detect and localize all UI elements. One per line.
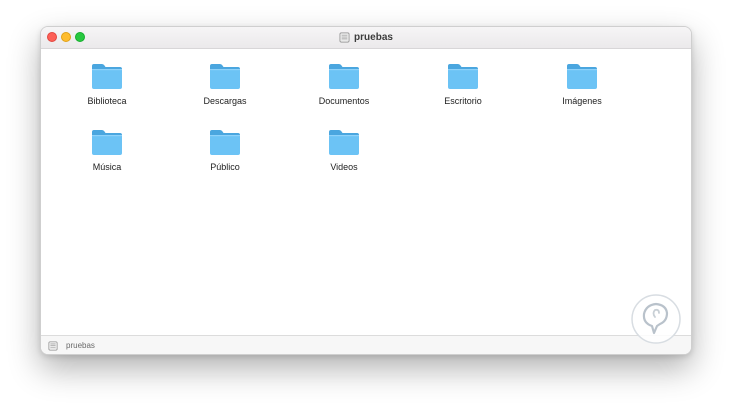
folder-item-escritorio[interactable]: Escritorio [408, 61, 518, 121]
path-bar-label[interactable]: pruebas [66, 341, 95, 350]
folder-label: Documentos [318, 96, 370, 106]
folder-label: Público [210, 162, 240, 172]
title-bar[interactable]: pruebas [41, 27, 691, 49]
path-bar: pruebas [41, 335, 691, 354]
drive-icon [339, 32, 350, 43]
folder-label: Biblioteca [87, 96, 127, 106]
folder-item-videos[interactable]: Videos [289, 127, 399, 187]
folder-item-musica[interactable]: Música [52, 127, 162, 187]
folder-label: Escritorio [444, 96, 482, 106]
folder-item-biblioteca[interactable]: Biblioteca [52, 61, 162, 121]
folder-icon [329, 64, 359, 89]
folder-icon [92, 130, 122, 155]
watermark-logo-icon [631, 294, 681, 344]
folder-item-publico[interactable]: Público [170, 127, 280, 187]
folder-icon [567, 64, 597, 89]
screenshot-stage: pruebas Biblioteca Descargas Documentos … [0, 0, 730, 407]
window-title-group: pruebas [41, 30, 691, 45]
folder-label: Música [92, 162, 122, 172]
folder-icon [329, 130, 359, 155]
folder-item-descargas[interactable]: Descargas [170, 61, 280, 121]
drive-icon [48, 341, 58, 350]
folder-label: Videos [330, 162, 358, 172]
folder-item-documentos[interactable]: Documentos [289, 61, 399, 121]
window-title: pruebas [354, 32, 393, 43]
folder-icon [448, 64, 478, 89]
folder-label: Descargas [203, 96, 247, 106]
folder-label: Imágenes [562, 96, 602, 106]
folder-icon [92, 64, 122, 89]
folder-grid: Biblioteca Descargas Documentos Escritor… [41, 49, 691, 334]
folder-icon [210, 130, 240, 155]
finder-window: pruebas Biblioteca Descargas Documentos … [40, 26, 692, 355]
folder-item-imagenes[interactable]: Imágenes [527, 61, 637, 121]
folder-icon [210, 64, 240, 89]
